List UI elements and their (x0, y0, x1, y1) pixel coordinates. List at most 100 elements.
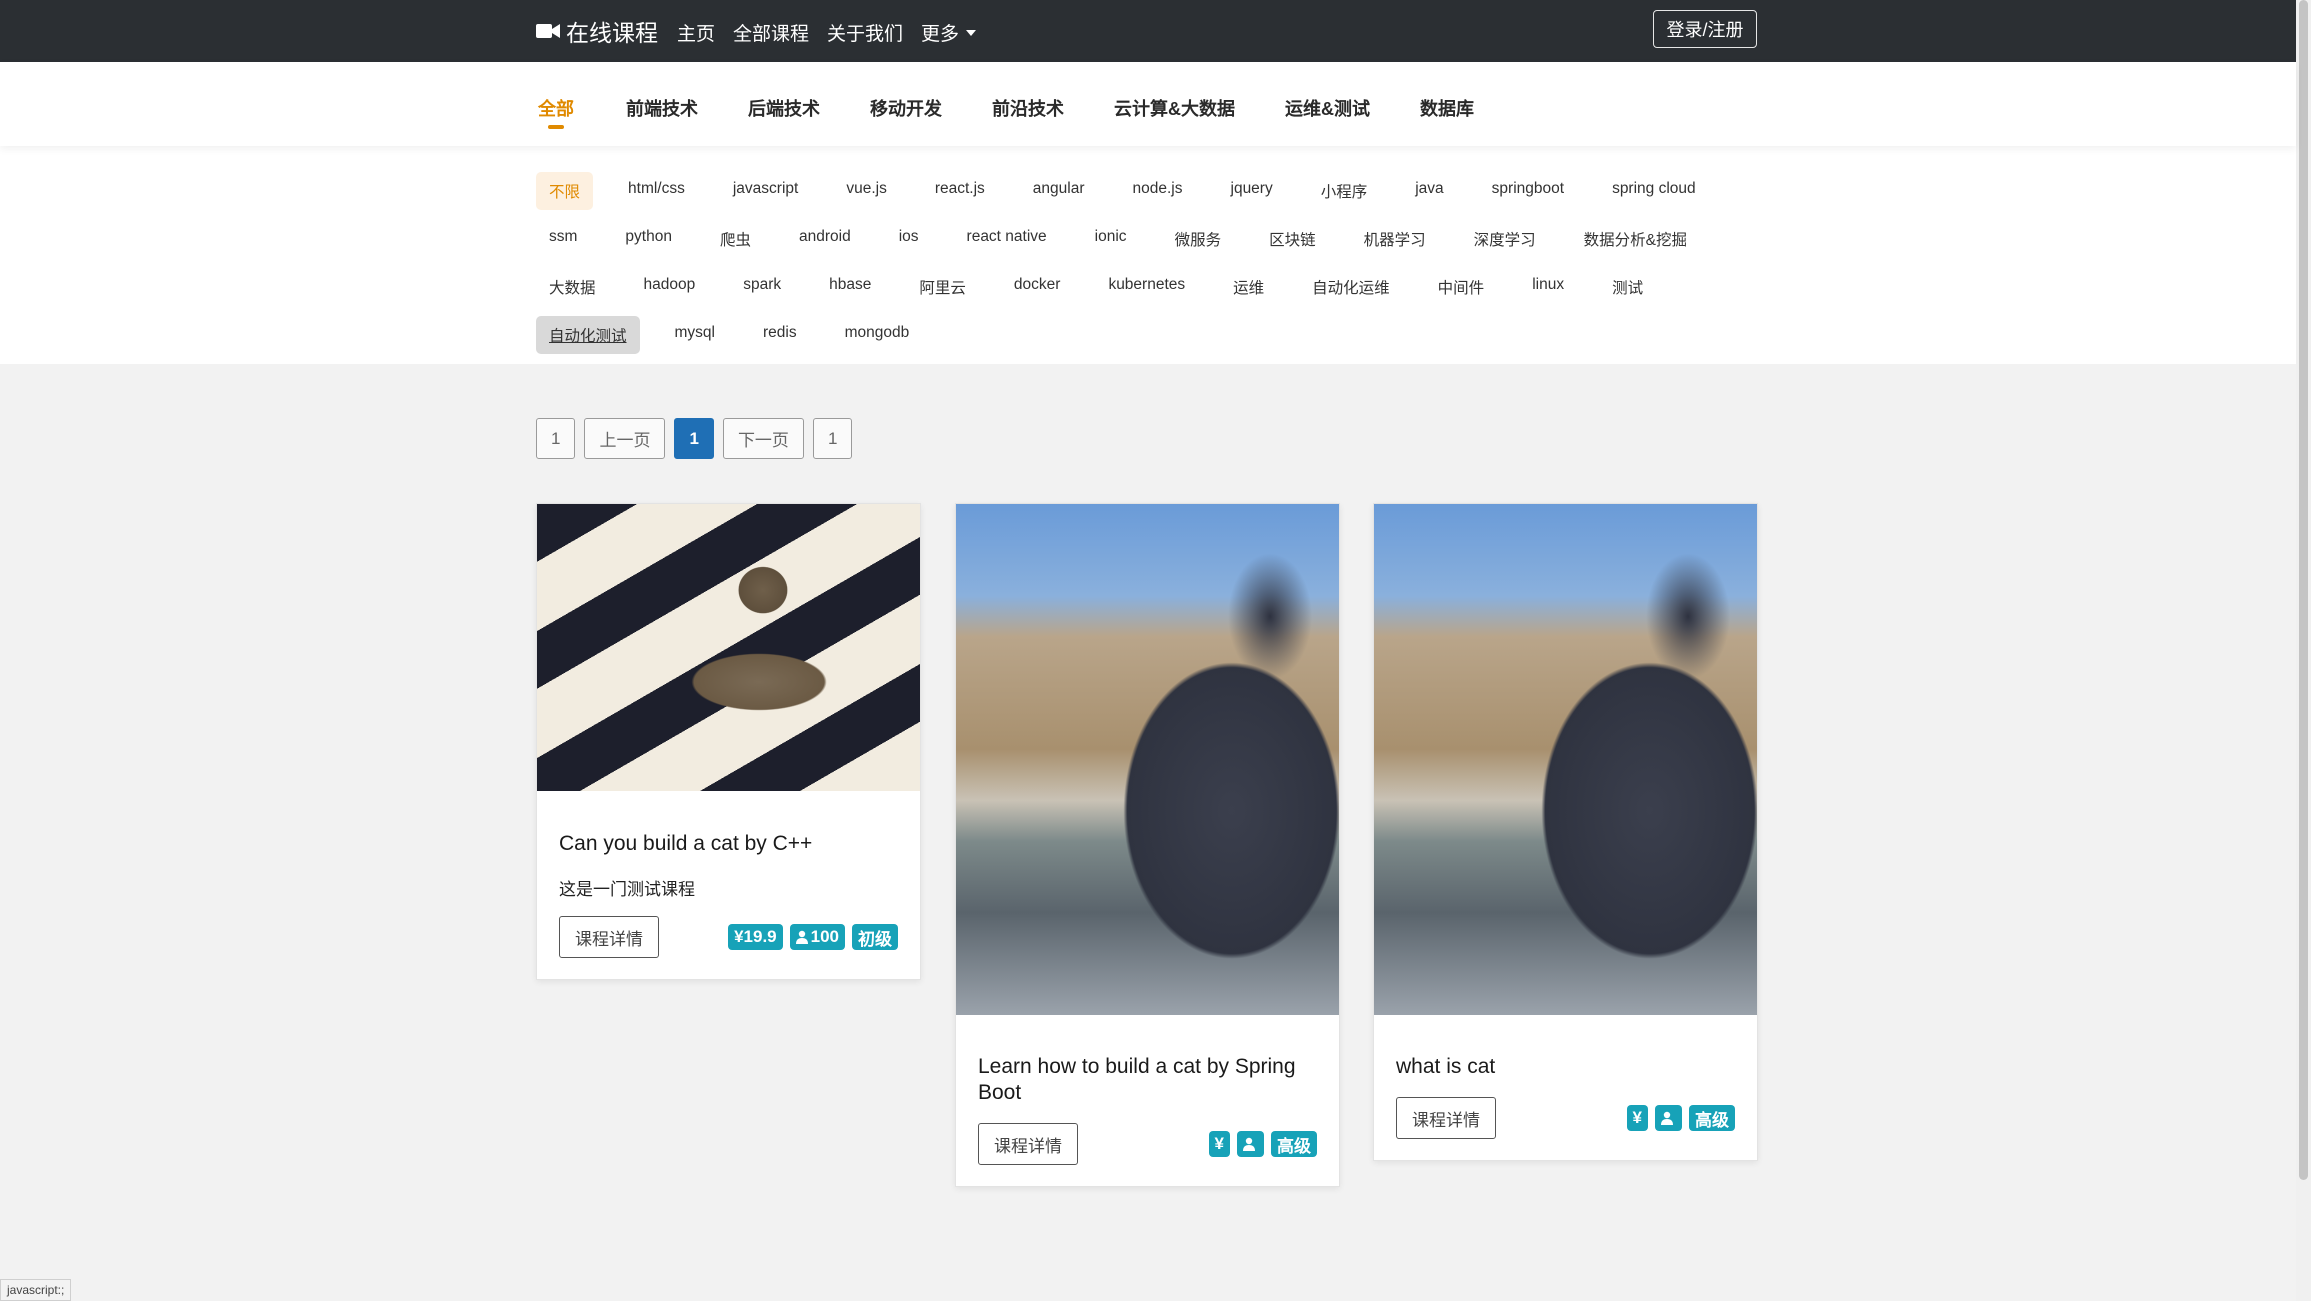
tag-item[interactable]: 爬虫 (707, 220, 764, 258)
tag-item[interactable]: 数据分析&挖掘 (1571, 220, 1700, 258)
user-icon (795, 930, 808, 944)
tag-item[interactable]: ssm (536, 220, 590, 258)
scrollbar-thumb[interactable] (2299, 0, 2308, 1180)
course-detail-button[interactable]: 课程详情 (559, 916, 659, 958)
pagination: 1 上一页 1 下一页 1 (536, 418, 853, 459)
page-prev-button[interactable]: 上一页 (584, 418, 666, 459)
tag-item[interactable]: 大数据 (536, 268, 609, 306)
level-badge: 初级 (852, 924, 898, 950)
nav-more-dropdown[interactable]: 更多 (921, 19, 977, 46)
price-badge: ¥ (1626, 1105, 1648, 1131)
course-badges: ¥ 高级 (1626, 1105, 1735, 1131)
price-badge: ¥19.9 (728, 924, 783, 950)
course-description: 这是一门测试课程 (559, 880, 695, 899)
tag-item[interactable]: python (612, 220, 685, 258)
tag-item[interactable]: 自动化运维 (1299, 268, 1403, 306)
tab-frontend[interactable]: 前端技术 (624, 95, 700, 121)
tab-database[interactable]: 数据库 (1418, 95, 1476, 121)
tag-item[interactable]: ios (886, 220, 932, 258)
tag-item[interactable]: 阿里云 (906, 268, 979, 306)
tag-item[interactable]: html/css (615, 172, 698, 210)
tag-item[interactable]: android (786, 220, 864, 258)
tag-item[interactable]: angular (1020, 172, 1098, 210)
tag-item[interactable]: java (1402, 172, 1456, 210)
login-register-button[interactable]: 登录/注册 (1653, 10, 1757, 48)
tag-item[interactable]: react native (954, 220, 1060, 258)
tag-item[interactable]: 自动化测试 (536, 316, 640, 354)
tag-item[interactable]: kubernetes (1095, 268, 1198, 306)
tag-item[interactable]: spring cloud (1599, 172, 1709, 210)
tag-item[interactable]: hadoop (631, 268, 709, 306)
tag-item[interactable]: javascript (720, 172, 811, 210)
page-last-button[interactable]: 1 (812, 418, 853, 459)
tag-item[interactable]: docker (1001, 268, 1074, 306)
nav-home[interactable]: 主页 (677, 19, 715, 46)
tag-row: 不限 html/css javascript vue.js react.js a… (536, 172, 1709, 210)
level-badge: 高级 (1689, 1105, 1735, 1131)
tag-filter-area: 不限 html/css javascript vue.js react.js a… (0, 146, 2296, 364)
tag-row: 自动化测试 mysql redis mongodb (536, 316, 922, 354)
tag-row: ssm python 爬虫 android ios react native i… (536, 220, 1700, 258)
course-badges: ¥ 高级 (1208, 1131, 1317, 1157)
tag-item[interactable]: mongodb (832, 316, 923, 354)
tag-row: 大数据 hadoop spark hbase 阿里云 docker kubern… (536, 268, 1656, 306)
course-image[interactable] (1374, 504, 1757, 1015)
browser-status-bar: javascript:; (0, 1279, 72, 1301)
price-badge: ¥ (1208, 1131, 1230, 1157)
tag-item[interactable]: 机器学习 (1351, 220, 1439, 258)
tag-item[interactable]: 中间件 (1425, 268, 1498, 306)
tag-item[interactable]: 深度学习 (1461, 220, 1549, 258)
page-next-button[interactable]: 下一页 (722, 418, 804, 459)
brand-logo[interactable]: 在线课程 (536, 14, 658, 48)
brand-name: 在线课程 (566, 20, 658, 46)
tag-item[interactable]: react.js (922, 172, 998, 210)
tag-item[interactable]: ionic (1082, 220, 1140, 258)
page-first-button[interactable]: 1 (536, 418, 576, 459)
tab-ops-testing[interactable]: 运维&测试 (1283, 95, 1372, 121)
tab-mobile[interactable]: 移动开发 (868, 95, 944, 121)
tag-item[interactable]: 微服务 (1162, 220, 1235, 258)
students-count: 100 (810, 927, 839, 946)
course-card: Can you build a cat by C++ 这是一门测试课程 课程详情… (536, 503, 921, 980)
top-navbar: 在线课程 主页 全部课程 关于我们 更多 登录/注册 (0, 0, 2296, 62)
tab-all[interactable]: 全部 (536, 95, 576, 121)
course-card: Learn how to build a cat by Spring Boot … (955, 503, 1340, 1187)
tag-item[interactable]: hbase (816, 268, 884, 306)
user-icon (1661, 1111, 1673, 1125)
tag-item[interactable]: 小程序 (1308, 172, 1381, 210)
tag-item[interactable]: 测试 (1599, 268, 1656, 306)
tag-item[interactable]: 区块链 (1256, 220, 1329, 258)
tag-item[interactable]: spark (730, 268, 794, 306)
tag-item[interactable]: 运维 (1220, 268, 1277, 306)
tag-item[interactable]: linux (1519, 268, 1577, 306)
tag-item[interactable]: redis (750, 316, 810, 354)
nav-about[interactable]: 关于我们 (827, 19, 903, 46)
course-title[interactable]: Learn how to build a cat by Spring Boot (978, 1054, 1318, 1106)
user-icon (1243, 1137, 1255, 1151)
tab-backend[interactable]: 后端技术 (746, 95, 822, 121)
course-badges: ¥19.9 100 初级 (728, 924, 898, 950)
course-detail-button[interactable]: 课程详情 (1396, 1097, 1496, 1139)
course-card: what is cat 课程详情 ¥ 高级 (1373, 503, 1758, 1161)
course-image[interactable] (537, 504, 920, 791)
tab-cloud-bigdata[interactable]: 云计算&大数据 (1112, 95, 1237, 121)
page-current-button[interactable]: 1 (674, 418, 714, 459)
caret-down-icon (966, 29, 977, 36)
nav-all-courses[interactable]: 全部课程 (733, 19, 809, 46)
students-badge (1655, 1105, 1682, 1131)
tag-item[interactable]: 不限 (536, 172, 594, 210)
tag-item[interactable]: vue.js (833, 172, 900, 210)
tag-item[interactable]: springboot (1479, 172, 1577, 210)
course-title[interactable]: Can you build a cat by C++ (559, 831, 899, 857)
students-badge: 100 (789, 924, 845, 950)
tag-item[interactable]: jquery (1218, 172, 1286, 210)
tab-frontier[interactable]: 前沿技术 (990, 95, 1066, 121)
course-detail-button[interactable]: 课程详情 (978, 1123, 1078, 1165)
page-scrollbar[interactable] (2296, 0, 2311, 1301)
level-badge: 高级 (1271, 1131, 1317, 1157)
course-image[interactable] (956, 504, 1339, 1015)
category-bar: 全部 前端技术 后端技术 移动开发 前沿技术 云计算&大数据 运维&测试 数据库 (0, 62, 2296, 146)
course-title[interactable]: what is cat (1396, 1054, 1736, 1080)
tag-item[interactable]: node.js (1120, 172, 1196, 210)
tag-item[interactable]: mysql (662, 316, 728, 354)
